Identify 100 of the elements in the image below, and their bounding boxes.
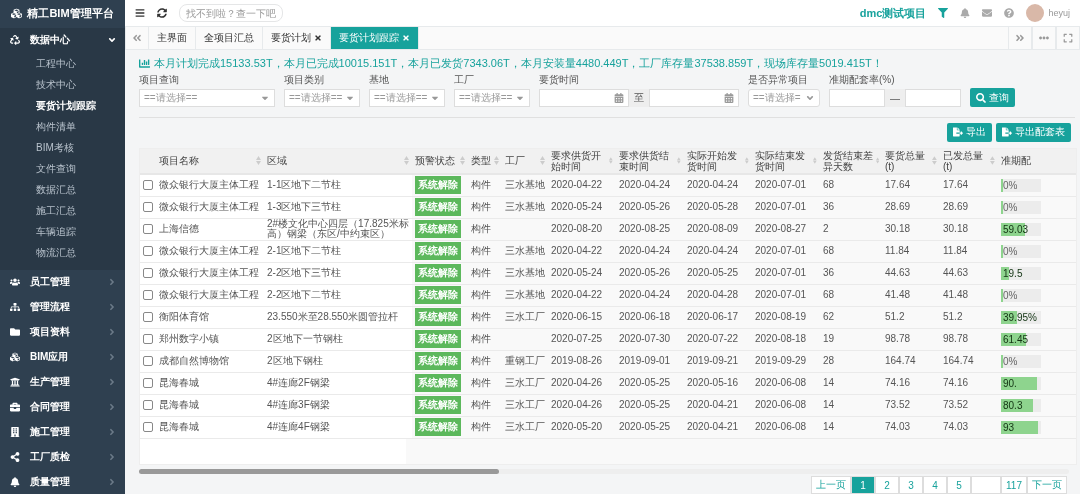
column-header[interactable]: 区域 xyxy=(267,155,287,167)
table-cell: 2020-08-27 xyxy=(755,224,807,235)
table-cell: 2020-04-21 xyxy=(687,400,739,411)
submenu-item[interactable]: 文件查询 xyxy=(0,158,125,180)
sidebar-item[interactable]: 工厂质检 xyxy=(0,444,125,470)
sidebar-item[interactable]: 员工管理 xyxy=(0,269,125,295)
column-header[interactable]: 工厂 xyxy=(505,155,525,167)
sort-icon[interactable] xyxy=(677,156,681,166)
mail-icon[interactable] xyxy=(982,8,993,18)
sidebar-item[interactable]: 施工管理 xyxy=(0,419,125,445)
table-cell: 2区地下钢柱 xyxy=(267,356,323,367)
row-checkbox[interactable] xyxy=(143,246,153,257)
row-checkbox[interactable] xyxy=(143,422,153,433)
submenu-item[interactable]: 技术中心 xyxy=(0,74,125,96)
close-icon[interactable] xyxy=(314,34,322,42)
row-checkbox[interactable] xyxy=(143,356,153,367)
submenu-item[interactable]: 施工汇总 xyxy=(0,200,125,222)
table-cell: 微众银行大厦主体工程 xyxy=(159,268,259,279)
column-header[interactable]: 已发总量(t) xyxy=(943,149,991,172)
fullscreen-button[interactable] xyxy=(1056,27,1080,49)
table-cell: 2020-07-01 xyxy=(755,268,807,279)
row-checkbox[interactable] xyxy=(143,202,153,213)
row-checkbox[interactable] xyxy=(143,334,153,345)
scroll-left-button[interactable] xyxy=(125,27,149,49)
filter-icon[interactable] xyxy=(938,8,949,18)
submenu-item[interactable]: 要货计划跟踪 xyxy=(0,95,125,117)
submenu-item[interactable]: 物流汇总 xyxy=(0,242,125,264)
column-header[interactable]: 发货结束差异天数 xyxy=(823,149,876,172)
submenu-item[interactable]: 车辆追踪 xyxy=(0,221,125,243)
sidebar-item[interactable]: 数据中心 xyxy=(0,27,125,52)
date-field[interactable] xyxy=(649,89,739,107)
chevron-icon xyxy=(107,401,117,412)
date-field[interactable] xyxy=(539,89,629,107)
chevron-icon xyxy=(107,277,117,288)
tab[interactable]: 主界面 xyxy=(149,27,196,49)
column-header[interactable]: 项目名称 xyxy=(159,155,199,167)
row-checkbox[interactable] xyxy=(143,312,153,323)
row-checkbox[interactable] xyxy=(143,224,153,235)
submenu-item[interactable]: 构件清单 xyxy=(0,116,125,138)
more-button[interactable] xyxy=(1032,27,1056,49)
column-header[interactable]: 实际开始发货时间 xyxy=(687,149,746,172)
sidebar-item[interactable]: BIM应用 xyxy=(0,344,125,370)
horizontal-scrollbar[interactable] xyxy=(139,469,1069,474)
calendar-icon xyxy=(614,93,624,103)
avatar[interactable] xyxy=(1026,4,1045,22)
row-checkbox[interactable] xyxy=(143,268,153,279)
column-header[interactable]: 预警状态 xyxy=(415,155,455,167)
sidebar-item[interactable]: 生产管理 xyxy=(0,369,125,395)
table-cell: 上海信德 xyxy=(159,224,199,235)
column-header[interactable]: 要求供货开始时间 xyxy=(551,149,610,172)
sort-icon[interactable] xyxy=(460,156,465,166)
sort-icon[interactable] xyxy=(745,156,749,166)
sort-icon[interactable] xyxy=(813,156,817,166)
table-cell: 23.550米至28.550米圆管拉杆 xyxy=(267,312,399,323)
row-checkbox[interactable] xyxy=(143,290,153,301)
column-header[interactable]: 类型 xyxy=(471,155,491,167)
submenu-item[interactable]: BIM考核 xyxy=(0,137,125,159)
sidebar-item[interactable]: 项目资料 xyxy=(0,319,125,345)
sidebar-item[interactable]: 管理流程 xyxy=(0,294,125,320)
table-cell: 昆海春城 xyxy=(159,378,199,389)
filter-label: 项目类别 xyxy=(284,73,325,87)
sort-icon[interactable] xyxy=(875,156,879,166)
row-checkbox[interactable] xyxy=(143,180,153,191)
row-checkbox[interactable] xyxy=(143,378,153,389)
filter-label: 工厂 xyxy=(454,73,475,87)
help-icon[interactable] xyxy=(1004,8,1015,18)
table-cell: 2020-04-21 xyxy=(687,422,739,433)
logo-icon xyxy=(11,8,23,20)
sort-icon[interactable] xyxy=(404,156,409,166)
table-cell: 构件 xyxy=(471,202,491,213)
column-header[interactable]: 要货总量(t) xyxy=(885,149,933,172)
column-header[interactable]: 准期配 xyxy=(1001,155,1031,167)
row-checkbox[interactable] xyxy=(143,400,153,411)
submenu-item[interactable]: 数据汇总 xyxy=(0,179,125,201)
column-header[interactable]: 要求供货结束时间 xyxy=(619,149,678,172)
menu-icon xyxy=(10,376,20,387)
sidebar-item[interactable]: 质量管理 xyxy=(0,469,125,494)
sort-icon[interactable] xyxy=(540,156,545,166)
sort-icon[interactable] xyxy=(609,156,613,166)
sort-icon[interactable] xyxy=(932,156,937,166)
tab[interactable]: 全项目汇总 xyxy=(196,27,263,49)
sort-icon[interactable] xyxy=(256,156,261,166)
table-cell: 2020-05-24 xyxy=(551,202,603,213)
sort-icon[interactable] xyxy=(494,156,499,166)
table-cell: 19 xyxy=(823,334,835,345)
table-cell: 73.52 xyxy=(943,400,969,411)
scroll-right-button[interactable] xyxy=(1008,27,1032,49)
table-cell: 2020-08-20 xyxy=(551,224,603,235)
input-field[interactable] xyxy=(905,89,961,107)
progress-text: 93 xyxy=(1003,421,1015,433)
menu-icon[interactable] xyxy=(135,8,145,18)
submenu-item[interactable]: 工程中心 xyxy=(0,53,125,75)
input-field[interactable] xyxy=(829,89,885,107)
sidebar-item[interactable]: 合同管理 xyxy=(0,394,125,420)
column-header[interactable]: 实际结束发货时间 xyxy=(755,149,814,172)
bell-icon[interactable] xyxy=(960,8,971,18)
sort-icon[interactable] xyxy=(990,156,995,166)
refresh-icon[interactable] xyxy=(157,8,167,18)
menu-icon xyxy=(10,277,20,288)
menu-icon xyxy=(10,426,20,437)
